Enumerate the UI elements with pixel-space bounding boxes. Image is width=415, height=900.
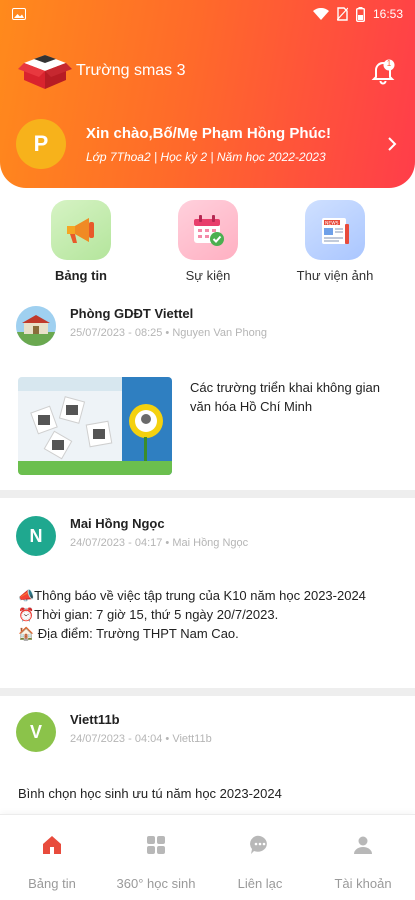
post-by: Viett11b [172, 733, 212, 745]
chevron-right-icon [388, 137, 397, 151]
post-body[interactable]: Các trường triển khai không gian văn hóa… [190, 378, 386, 416]
chat-icon [250, 835, 267, 854]
image-notification-icon [12, 8, 26, 20]
notification-count-badge: 1 [386, 59, 392, 68]
post-author-name[interactable]: Mai Hồng Ngọc [70, 516, 248, 531]
post-meta: 24/07/2023 - 04:04 • Viett11b [70, 733, 212, 745]
user-icon [354, 836, 372, 854]
grid-icon [147, 836, 165, 854]
post-card[interactable]: Phòng GDĐT Viettel 25/07/2023 - 08:25 • … [0, 300, 415, 490]
quick-label-events: Sự kiện [185, 268, 231, 283]
greeting-text: Xin chào,Bố/Mẹ Phạm Hồng Phúc! Lớp 7Thoa… [86, 125, 378, 164]
post-meta: 25/07/2023 - 08:25 • Nguyen Van Phong [70, 327, 267, 339]
greeting-card[interactable]: P Xin chào,Bố/Mẹ Phạm Hồng Phúc! Lớp 7Th… [16, 116, 400, 172]
post-author-avatar: N [16, 516, 56, 556]
greeting-subtitle: Lớp 7Thoa2 | Học kỳ 2 | Năm học 2022-202… [86, 149, 326, 164]
home-icon [43, 836, 61, 854]
nav-item-news[interactable]: Bảng tin [0, 833, 104, 891]
post-author-name[interactable]: Viett11b [70, 712, 212, 727]
post-header: V Viett11b 24/07/2023 - 04:04 • Viett11b [16, 712, 212, 752]
post-body-line: 🏠 Địa điểm: Trường THPT Nam Cao. [18, 626, 239, 641]
post-divider [0, 688, 415, 696]
quick-menu: Bảng tin Sự kiện NEWS Thư viện ảnh [0, 200, 415, 292]
post-author-info: Viett11b 24/07/2023 - 04:04 • Viett11b [70, 712, 212, 745]
post-divider [0, 490, 415, 498]
post-header: Phòng GDĐT Viettel 25/07/2023 - 08:25 • … [16, 306, 267, 346]
school-logo-icon [18, 55, 72, 89]
status-bar: 16:53 [0, 0, 415, 28]
parent-avatar: P [16, 119, 66, 169]
nav-item-student-360[interactable]: 360° học sinh [104, 833, 208, 891]
post-date: 24/07/2023 - 04:17 [70, 537, 163, 549]
calendar-icon [178, 200, 238, 260]
notification-button[interactable]: 1 [368, 56, 398, 86]
home-screen: 16:53 Trường smas 3 1 P Xin chào,Bố/Mẹ P… [0, 0, 415, 900]
post-author-avatar [16, 306, 56, 346]
post-header: N Mai Hồng Ngọc 24/07/2023 - 04:17 • Mai… [16, 516, 248, 556]
quick-item-events[interactable]: Sự kiện [148, 200, 268, 283]
nav-label: Tài khoản [334, 876, 392, 891]
nav-label: Liên lạc [237, 876, 283, 891]
post-body-line: 📣Thông báo về việc tập trung của K10 năm… [18, 588, 366, 603]
nav-item-account[interactable]: Tài khoản [311, 833, 415, 891]
battery-icon [355, 6, 365, 22]
nav-label: Bảng tin [28, 876, 76, 891]
post-body[interactable]: 📣Thông báo về việc tập trung của K10 năm… [18, 586, 393, 643]
nav-label: 360° học sinh [116, 876, 196, 891]
megaphone-icon [51, 200, 111, 260]
post-author-avatar: V [16, 712, 56, 752]
quick-item-news[interactable]: Bảng tin [21, 200, 141, 283]
quick-label-news: Bảng tin [55, 268, 107, 283]
post-meta: 24/07/2023 - 04:17 • Mai Hồng Ngọc [70, 537, 248, 549]
svg-text:NEWS: NEWS [325, 221, 339, 227]
bell-icon [371, 59, 395, 85]
post-author-info: Phòng GDĐT Viettel 25/07/2023 - 08:25 • … [70, 306, 267, 339]
app-bar: Trường smas 3 1 [18, 48, 398, 94]
news-icon: NEWS [305, 200, 365, 260]
post-author-name[interactable]: Phòng GDĐT Viettel [70, 306, 267, 321]
wifi-icon [312, 8, 329, 20]
no-sim-icon [336, 7, 348, 21]
post-date: 24/07/2023 - 04:04 [70, 733, 163, 745]
nav-item-contact[interactable]: Liên lạc [208, 833, 312, 891]
post-date: 25/07/2023 - 08:25 [70, 327, 163, 339]
post-card[interactable]: N Mai Hồng Ngọc 24/07/2023 - 04:17 • Mai… [0, 498, 415, 688]
greeting-title: Xin chào,Bố/Mẹ Phạm Hồng Phúc! [86, 124, 332, 142]
post-author-info: Mai Hồng Ngọc 24/07/2023 - 04:17 • Mai H… [70, 516, 248, 549]
post-card[interactable]: V Viett11b 24/07/2023 - 04:04 • Viett11b… [0, 696, 415, 814]
header-banner: 16:53 Trường smas 3 1 P Xin chào,Bố/Mẹ P… [0, 0, 415, 188]
post-body-line: ⏰Thời gian: 7 giờ 15, thứ 5 ngày 20/7/20… [18, 607, 279, 622]
post-thumbnail[interactable] [18, 377, 172, 475]
post-by: Nguyen Van Phong [172, 327, 267, 339]
post-by: Mai Hồng Ngọc [172, 537, 249, 549]
quick-item-gallery[interactable]: NEWS Thư viện ảnh [275, 200, 395, 283]
post-body[interactable]: Bình chọn học sinh ưu tú năm học 2023-20… [18, 784, 393, 803]
school-name: Trường smas 3 [76, 62, 186, 79]
bottom-navigation: Bảng tin 360° học sinh Liên lạc Tài khoả… [0, 814, 415, 900]
quick-label-gallery: Thư viện ảnh [296, 268, 374, 283]
status-time: 16:53 [372, 7, 403, 21]
